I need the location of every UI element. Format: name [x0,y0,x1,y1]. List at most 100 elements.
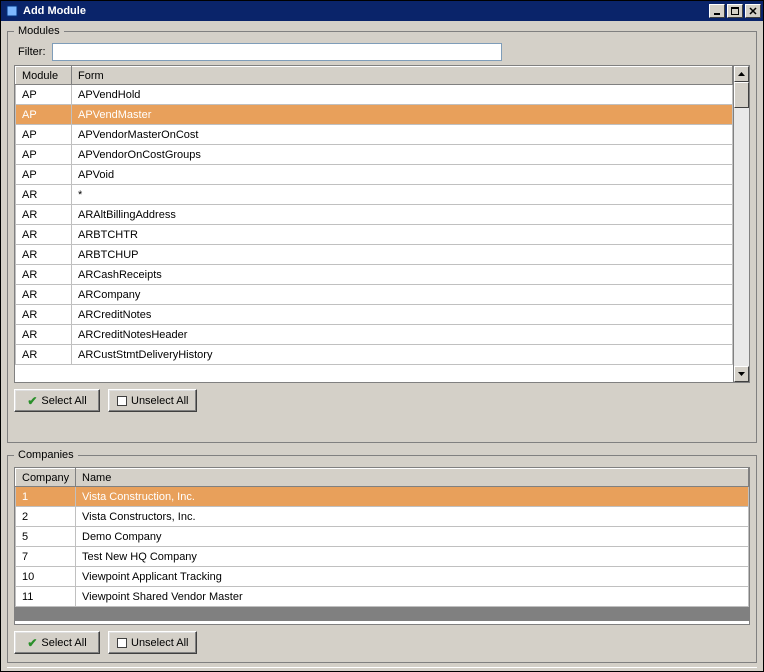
window-buttons [709,4,761,18]
module-cell[interactable]: AR [16,265,72,285]
company-cell[interactable]: 1 [16,487,76,507]
table-row[interactable]: 1Vista Construction, Inc. [16,487,749,507]
scroll-up-button[interactable] [734,66,749,82]
form-cell[interactable]: APVoid [72,165,733,185]
form-cell[interactable]: ARCompany [72,285,733,305]
company-cell[interactable]: 2 [16,507,76,527]
company-cell[interactable]: 11 [16,587,76,607]
module-cell[interactable]: AP [16,165,72,185]
name-cell[interactable]: Demo Company [76,527,749,547]
name-cell[interactable]: Test New HQ Company [76,547,749,567]
table-row[interactable]: ARARCreditNotesHeader [16,325,733,345]
modules-button-row: ✔ Select All Unselect All [14,389,750,412]
scroll-thumb[interactable] [734,82,749,108]
companies-unselect-all-button[interactable]: Unselect All [108,631,197,654]
companies-header-row[interactable]: Company Name [16,469,749,487]
table-row[interactable]: APAPVendHold [16,85,733,105]
form-cell[interactable]: ARCustStmtDeliveryHistory [72,345,733,365]
companies-group: Companies Company Name 1Vista Constructi… [7,449,757,663]
modules-unselect-all-button[interactable]: Unselect All [108,389,197,412]
companies-select-all-button[interactable]: ✔ Select All [14,631,100,654]
titlebar[interactable]: Add Module [1,1,763,21]
app-icon [5,4,19,18]
table-row[interactable]: ARARAltBillingAddress [16,205,733,225]
module-cell[interactable]: AR [16,325,72,345]
form-cell[interactable]: ARCreditNotesHeader [72,325,733,345]
module-cell[interactable]: AP [16,125,72,145]
unselect-all-label: Unselect All [131,637,188,649]
close-button[interactable] [745,4,761,18]
companies-legend: Companies [14,449,78,461]
form-cell[interactable]: APVendorOnCostGroups [72,145,733,165]
table-row[interactable]: ARARCashReceipts [16,265,733,285]
table-row[interactable]: ARARBTCHUP [16,245,733,265]
module-cell[interactable]: AR [16,245,72,265]
module-cell[interactable]: AR [16,305,72,325]
table-row[interactable]: 10Viewpoint Applicant Tracking [16,567,749,587]
checkbox-icon [117,396,127,406]
modules-scrollbar[interactable] [733,66,749,382]
chevron-down-icon [738,372,745,376]
companies-header-name[interactable]: Name [76,469,749,487]
module-cell[interactable]: AP [16,105,72,125]
table-row[interactable]: APAPVoid [16,165,733,185]
table-row[interactable]: ARARCreditNotes [16,305,733,325]
companies-header-company[interactable]: Company [16,469,76,487]
module-cell[interactable]: AR [16,205,72,225]
module-cell[interactable]: AP [16,85,72,105]
modules-header-row[interactable]: Module Form [16,67,733,85]
maximize-icon [731,7,739,15]
module-cell[interactable]: AR [16,225,72,245]
module-cell[interactable]: AR [16,185,72,205]
table-row[interactable]: APAPVendorMasterOnCost [16,125,733,145]
form-cell[interactable]: ARBTCHUP [72,245,733,265]
table-row[interactable]: 5Demo Company [16,527,749,547]
dialog-button-row: Add Cancel [7,667,757,671]
modules-table[interactable]: Module Form APAPVendHoldAPAPVendMasterAP… [14,65,750,383]
form-cell[interactable]: ARCashReceipts [72,265,733,285]
table-row[interactable]: 11Viewpoint Shared Vendor Master [16,587,749,607]
scroll-down-button[interactable] [734,366,749,382]
form-cell[interactable]: * [72,185,733,205]
company-cell[interactable]: 7 [16,547,76,567]
modules-select-all-button[interactable]: ✔ Select All [14,389,100,412]
table-row[interactable]: ARARBTCHTR [16,225,733,245]
company-cell[interactable]: 5 [16,527,76,547]
table-row[interactable]: APAPVendMaster [16,105,733,125]
companies-button-row: ✔ Select All Unselect All [14,631,750,654]
scroll-track[interactable] [734,82,749,366]
form-cell[interactable]: APVendMaster [72,105,733,125]
table-row[interactable]: ARARCompany [16,285,733,305]
maximize-button[interactable] [727,4,743,18]
module-cell[interactable]: AR [16,285,72,305]
company-cell[interactable]: 10 [16,567,76,587]
name-cell[interactable]: Viewpoint Shared Vendor Master [76,587,749,607]
filter-input[interactable] [52,43,502,61]
module-cell[interactable]: AR [16,345,72,365]
form-cell[interactable]: APVendorMasterOnCost [72,125,733,145]
chevron-up-icon [738,72,745,76]
name-cell[interactable]: Vista Constructors, Inc. [76,507,749,527]
form-cell[interactable]: APVendHold [72,85,733,105]
modules-header-form[interactable]: Form [72,67,733,85]
select-all-label: Select All [41,395,86,407]
modules-header-module[interactable]: Module [16,67,72,85]
table-row[interactable]: 7Test New HQ Company [16,547,749,567]
table-row[interactable]: AR* [16,185,733,205]
add-module-window: Add Module Modules Filter: [0,0,764,672]
select-all-label: Select All [41,637,86,649]
form-cell[interactable]: ARBTCHTR [72,225,733,245]
form-cell[interactable]: ARAltBillingAddress [72,205,733,225]
companies-table[interactable]: Company Name 1Vista Construction, Inc.2V… [14,467,750,625]
name-cell[interactable]: Viewpoint Applicant Tracking [76,567,749,587]
grid-empty-area [16,607,749,621]
form-cell[interactable]: ARCreditNotes [72,305,733,325]
checkbox-icon [117,638,127,648]
table-row[interactable]: ARARCustStmtDeliveryHistory [16,345,733,365]
name-cell[interactable]: Vista Construction, Inc. [76,487,749,507]
minimize-button[interactable] [709,4,725,18]
table-row[interactable]: APAPVendorOnCostGroups [16,145,733,165]
module-cell[interactable]: AP [16,145,72,165]
table-row[interactable]: 2Vista Constructors, Inc. [16,507,749,527]
unselect-all-label: Unselect All [131,395,188,407]
